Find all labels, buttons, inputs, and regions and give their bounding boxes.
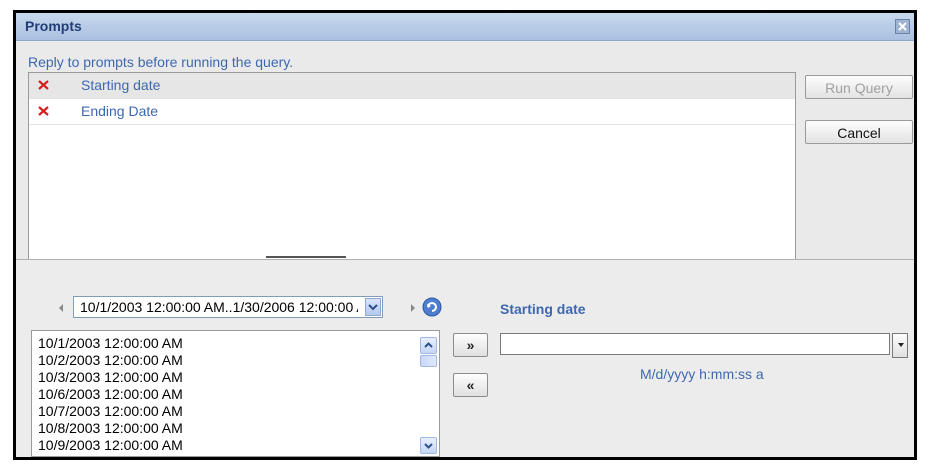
prompt-row-starting-date[interactable]: Starting date xyxy=(29,73,795,99)
chevron-up-icon xyxy=(424,342,433,348)
prompt-list: Starting date Ending Date xyxy=(28,72,796,260)
chevron-down-icon xyxy=(898,343,904,347)
list-item[interactable]: 10/6/2003 12:00:00 AM xyxy=(38,386,183,402)
values-list[interactable]: 10/1/2003 12:00:00 AM 10/2/2003 12:00:00… xyxy=(31,330,440,457)
red-x-icon xyxy=(38,106,49,116)
dialog-frame: Prompts Reply to prompts before running … xyxy=(13,10,917,460)
scroll-up-button[interactable] xyxy=(420,337,437,354)
arrow-right-icon[interactable] xyxy=(410,303,416,313)
prompts-dialog: Prompts Reply to prompts before running … xyxy=(16,13,914,457)
scroll-thumb[interactable] xyxy=(420,355,437,367)
date-format-hint: M/d/yyyy h:mm:ss a xyxy=(640,366,764,382)
red-x-icon xyxy=(38,80,49,90)
dialog-title: Prompts xyxy=(25,18,82,34)
date-dropdown-button[interactable] xyxy=(892,333,908,358)
range-select-value: 10/1/2003 12:00:00 AM..1/30/2006 12:00:0… xyxy=(80,299,358,315)
prompt-row-ending-date[interactable]: Ending Date xyxy=(29,99,795,125)
value-range-select[interactable]: 10/1/2003 12:00:00 AM..1/30/2006 12:00:0… xyxy=(73,296,383,318)
scroll-down-button[interactable] xyxy=(420,437,437,454)
close-button[interactable] xyxy=(895,19,910,34)
prompt-label: Starting date xyxy=(81,77,161,93)
list-item[interactable]: 10/9/2003 12:00:00 AM xyxy=(38,437,183,453)
date-value-input[interactable] xyxy=(500,333,890,355)
run-query-button[interactable]: Run Query xyxy=(805,75,913,99)
list-item[interactable]: 10/7/2003 12:00:00 AM xyxy=(38,403,183,419)
add-value-button[interactable]: » xyxy=(453,333,488,357)
refresh-icon[interactable] xyxy=(422,297,442,317)
list-item[interactable]: 10/3/2003 12:00:00 AM xyxy=(38,369,183,385)
list-item[interactable]: 10/1/2003 12:00:00 AM xyxy=(38,335,183,351)
values-scrollbar[interactable] xyxy=(420,332,437,455)
list-item[interactable]: 10/2/2003 12:00:00 AM xyxy=(38,352,183,368)
remove-value-button[interactable]: « xyxy=(453,373,488,397)
arrow-left-icon[interactable] xyxy=(58,303,64,313)
instructions-text: Reply to prompts before running the quer… xyxy=(28,54,294,70)
chevron-down-icon xyxy=(424,443,433,449)
title-bar: Prompts xyxy=(16,13,914,41)
panel-splitter[interactable] xyxy=(266,256,346,258)
list-item[interactable]: 10/8/2003 12:00:00 AM xyxy=(38,420,183,436)
chevron-down-icon[interactable] xyxy=(365,298,381,316)
answer-prompt-title: Starting date xyxy=(500,301,586,317)
cancel-button[interactable]: Cancel xyxy=(805,120,913,144)
prompt-label: Ending Date xyxy=(81,103,159,119)
close-icon xyxy=(898,22,907,31)
